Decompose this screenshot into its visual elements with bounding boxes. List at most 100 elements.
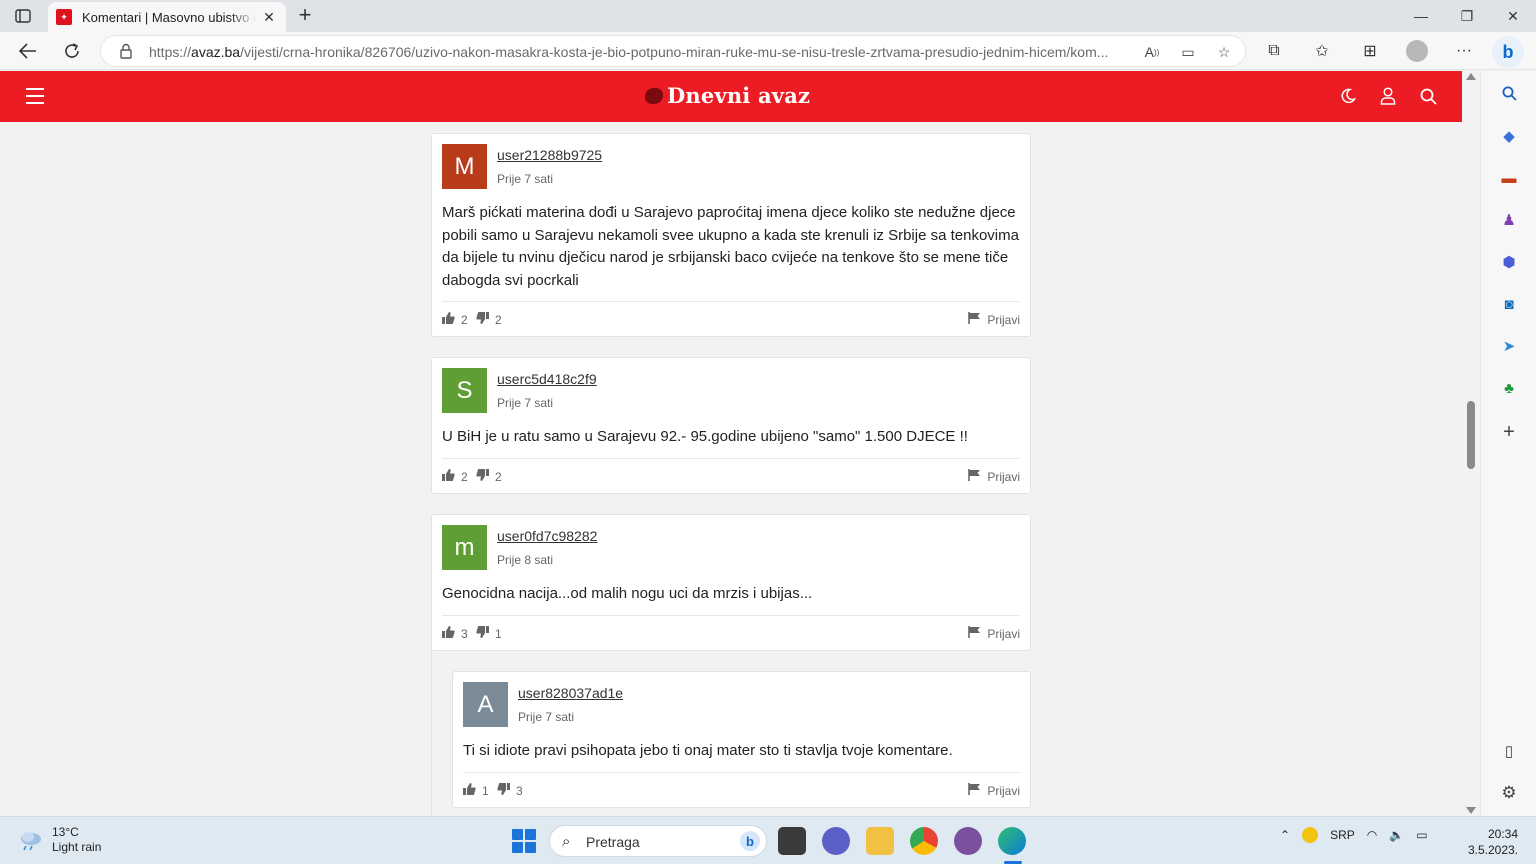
- comment-username[interactable]: userc5d418c2f9: [497, 371, 597, 387]
- dislike-button[interactable]: 1: [476, 626, 502, 641]
- file-explorer-icon[interactable]: [866, 827, 894, 855]
- collections-icon[interactable]: ⊞: [1358, 40, 1382, 62]
- profile-icon[interactable]: [1406, 40, 1428, 62]
- address-bar[interactable]: https://avaz.ba/vijesti/crna-hronika/826…: [100, 35, 1246, 67]
- settings-icon[interactable]: ⚙: [1499, 783, 1519, 803]
- divider: [442, 615, 1020, 616]
- divider: [442, 301, 1020, 302]
- minimize-icon[interactable]: —: [1398, 0, 1444, 32]
- like-button[interactable]: 2: [442, 469, 468, 484]
- report-button[interactable]: Prijavi: [968, 469, 1020, 484]
- like-button[interactable]: 3: [442, 626, 468, 641]
- url-text[interactable]: https://avaz.ba/vijesti/crna-hronika/826…: [149, 44, 1134, 60]
- comment-username[interactable]: user21288b9725: [497, 147, 602, 163]
- report-button[interactable]: Prijavi: [968, 312, 1020, 327]
- add-sidebar-app-icon[interactable]: +: [1499, 421, 1519, 443]
- chrome-icon[interactable]: [910, 827, 938, 855]
- dislike-button[interactable]: 3: [497, 783, 523, 798]
- like-button[interactable]: 1: [463, 783, 489, 798]
- weather-temperature: 13°C: [52, 825, 79, 839]
- restore-icon[interactable]: ❐: [1444, 0, 1490, 32]
- like-button[interactable]: 2: [442, 312, 468, 327]
- edge-icon[interactable]: [998, 827, 1026, 855]
- close-window-icon[interactable]: ✕: [1490, 0, 1536, 32]
- teams-chat-icon[interactable]: [822, 827, 850, 855]
- immersive-reader-icon[interactable]: ▭: [1177, 41, 1199, 63]
- user-icon[interactable]: [1378, 86, 1398, 106]
- dislike-count: 1: [495, 626, 502, 641]
- reply-thread-line: [431, 650, 432, 816]
- outlook-icon[interactable]: ◙: [1499, 294, 1519, 314]
- language-indicator[interactable]: SRP: [1330, 828, 1355, 842]
- navigation-bar: https://avaz.ba/vijesti/crna-hronika/826…: [0, 32, 1536, 70]
- volume-icon[interactable]: 🔈: [1389, 828, 1404, 842]
- rain-cloud-icon: [21, 832, 41, 851]
- add-favorite-icon[interactable]: ☆: [1213, 41, 1235, 63]
- dislike-count: 3: [516, 783, 523, 798]
- lock-icon[interactable]: [119, 43, 133, 59]
- battery-icon[interactable]: ▭: [1416, 828, 1427, 842]
- tools-icon[interactable]: ▬: [1499, 168, 1519, 188]
- page-scrollbar[interactable]: [1463, 71, 1479, 816]
- taskbar-search[interactable]: ⌕ Pretraga b: [549, 825, 767, 857]
- dislike-button[interactable]: 2: [476, 469, 502, 484]
- shopping-tag-icon[interactable]: ◆: [1499, 126, 1519, 146]
- more-icon[interactable]: ···: [1452, 40, 1476, 62]
- like-count: 2: [461, 469, 468, 484]
- like-count: 2: [461, 312, 468, 327]
- comments-area: M user21288b9725 Prije 7 sati Marš pićka…: [0, 122, 1462, 816]
- weather-widget[interactable]: 13°C Light rain: [18, 825, 101, 855]
- close-tab-icon[interactable]: ✕: [260, 8, 278, 26]
- back-icon[interactable]: [16, 39, 40, 63]
- games-icon[interactable]: ♟: [1499, 210, 1519, 230]
- dislike-count: 2: [495, 312, 502, 327]
- scrollbar-thumb[interactable]: [1467, 401, 1475, 469]
- dark-mode-icon[interactable]: [1338, 86, 1358, 106]
- viber-icon[interactable]: [954, 827, 982, 855]
- menu-icon[interactable]: [26, 88, 44, 104]
- search-placeholder: Pretraga: [586, 834, 640, 850]
- window-controls: — ❐ ✕: [1398, 0, 1536, 32]
- search-icon[interactable]: [1418, 86, 1438, 106]
- favorites-icon[interactable]: ✩: [1310, 40, 1334, 62]
- tab-actions-icon[interactable]: [14, 7, 32, 25]
- tab-strip: ✦ Komentari | Masovno ubistvo u je ✕ + —…: [0, 0, 1536, 32]
- comment-time: Prije 7 sati: [518, 710, 575, 724]
- avatar: A: [463, 682, 508, 727]
- new-tab-button[interactable]: +: [294, 4, 316, 27]
- flag-icon: [968, 783, 981, 798]
- report-button[interactable]: Prijavi: [968, 783, 1020, 798]
- site-logo[interactable]: Dnevni avaz: [645, 83, 810, 108]
- tree-icon[interactable]: ♣: [1499, 378, 1519, 398]
- windows-start-icon[interactable]: [512, 829, 536, 853]
- sidebar-layout-icon[interactable]: ▯: [1499, 741, 1519, 761]
- comment-username[interactable]: user0fd7c98282: [497, 528, 597, 544]
- system-tray: ⌃ SRP ◠ 🔈 ▭: [1280, 827, 1428, 843]
- send-icon[interactable]: ➤: [1499, 336, 1519, 356]
- extensions-icon[interactable]: ⧉: [1262, 40, 1286, 62]
- reply-comment-card: A user828037ad1e Prije 7 sati Ti si idio…: [452, 671, 1031, 808]
- logo-text: Dnevni avaz: [667, 83, 811, 108]
- comment-username[interactable]: user828037ad1e: [518, 685, 623, 701]
- security-icon[interactable]: [1302, 827, 1319, 843]
- comment-card: m user0fd7c98282 Prije 8 sati Genocidna …: [431, 514, 1031, 651]
- task-view-icon[interactable]: [778, 827, 806, 855]
- scroll-down-arrow-icon[interactable]: [1466, 807, 1476, 814]
- bing-copilot-icon[interactable]: b: [1492, 36, 1524, 68]
- scroll-up-arrow-icon[interactable]: [1466, 73, 1476, 80]
- system-clock[interactable]: 20:34 3.5.2023.: [1468, 826, 1518, 858]
- wifi-icon[interactable]: ◠: [1367, 828, 1377, 842]
- read-aloud-icon[interactable]: A)): [1141, 41, 1163, 63]
- sidebar-search-icon[interactable]: [1499, 83, 1519, 103]
- browser-tab[interactable]: ✦ Komentari | Masovno ubistvo u je ✕: [48, 2, 286, 32]
- refresh-icon[interactable]: [60, 39, 84, 63]
- windows-taskbar: 13°C Light rain ⌕ Pretraga b ⌃ SRP ◠ 🔈 ▭…: [0, 816, 1536, 864]
- show-hidden-icons-chevron-icon[interactable]: ⌃: [1280, 828, 1290, 842]
- report-button[interactable]: Prijavi: [968, 626, 1020, 641]
- thumbs-down-icon: [476, 626, 489, 641]
- dislike-button[interactable]: 2: [476, 312, 502, 327]
- microsoft365-icon[interactable]: ⬢: [1499, 252, 1519, 272]
- comment-card: S userc5d418c2f9 Prije 7 sati U BiH je u…: [431, 357, 1031, 494]
- url-path: /vijesti/crna-hronika/826706/uzivo-nakon…: [240, 44, 1109, 60]
- thumbs-up-icon: [442, 469, 455, 484]
